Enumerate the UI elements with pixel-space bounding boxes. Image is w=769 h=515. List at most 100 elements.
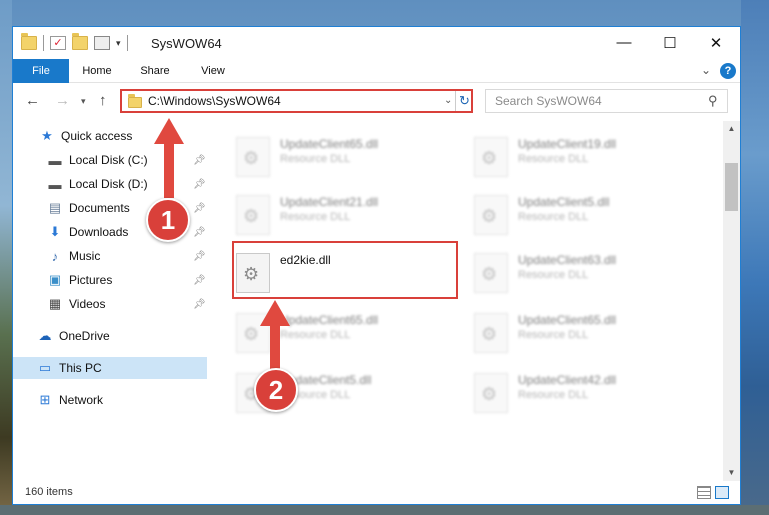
cloud-icon: ☁ [38, 328, 52, 343]
pin-icon: 📌︎ [193, 226, 206, 238]
nav-item-pictures[interactable]: ▣ Pictures 📌︎ [47, 269, 207, 291]
file-name: UpdateClient65.dll [280, 313, 379, 327]
dll-file-icon [474, 195, 508, 235]
annotation-arrowhead-1 [154, 118, 184, 144]
up-arrow-icon[interactable]: ↑ [99, 92, 107, 109]
nav-item-label: Local Disk (D:) [69, 177, 148, 191]
nav-item-label: Network [59, 393, 104, 407]
item-count: 160 items [25, 486, 73, 498]
search-input[interactable]: Search SysWOW64 ⚲ [485, 89, 728, 113]
address-dropdown-icon[interactable]: ⌄ [444, 95, 452, 106]
search-placeholder: Search SysWOW64 [495, 94, 602, 108]
file-name: UpdateClient63.dll [518, 253, 617, 267]
file-name: UpdateClient19.dll [518, 137, 617, 151]
nav-item-label: This PC [59, 361, 102, 375]
step-badge-1: 1 [146, 198, 190, 242]
nav-item-label: Local Disk (C:) [69, 153, 148, 167]
address-path[interactable]: C:\Windows\SysWOW64 [148, 94, 281, 108]
computer-icon: ▭ [38, 360, 52, 375]
file-type: Resource DLL [280, 211, 351, 223]
nav-item-label: Quick access [61, 129, 133, 143]
dll-file-icon [474, 253, 508, 293]
file-explorer-window: ✓ ▾ SysWOW64 — ☐ ✕ File Home Share View … [12, 26, 741, 505]
nav-item-videos[interactable]: ▦ Videos 📌︎ [47, 293, 207, 315]
file-item[interactable]: UpdateClient65.dll Resource DLL [232, 131, 462, 185]
pictures-icon: ▣ [48, 272, 62, 287]
file-type: Resource DLL [518, 389, 589, 401]
nav-item-label: Downloads [69, 225, 129, 239]
refresh-icon[interactable]: ↻ [455, 91, 473, 111]
annotation-arrowhead-2 [260, 300, 290, 326]
file-type: Resource DLL [280, 329, 351, 341]
toolbar-separator [126, 35, 128, 51]
file-item[interactable]: UpdateClient5.dll Resource DLL [470, 189, 700, 243]
file-type: Resource DLL [518, 153, 589, 165]
help-icon[interactable]: ? [720, 63, 736, 79]
search-icon[interactable]: ⚲ [708, 93, 718, 109]
scroll-down-icon[interactable]: ▼ [723, 465, 740, 481]
address-bar[interactable]: C:\Windows\SysWOW64 ⌄ ↻ [120, 89, 473, 113]
file-type: Resource DLL [280, 153, 351, 165]
file-item[interactable]: UpdateClient42.dll Resource DLL [470, 367, 700, 421]
nav-item-quick-access[interactable]: ★ Quick access [39, 125, 132, 147]
dll-file-icon [236, 195, 270, 235]
file-type: Resource DLL [518, 269, 589, 281]
back-arrow-icon[interactable]: ← [25, 92, 40, 109]
nav-item-network[interactable]: ⊞ Network [37, 389, 103, 411]
nav-item-music[interactable]: ♪ Music 📌︎ [47, 245, 207, 267]
folder-icon [128, 94, 142, 108]
file-type: Resource DLL [518, 211, 589, 223]
file-item[interactable]: UpdateClient63.dll Resource DLL [470, 247, 700, 301]
large-icons-view-icon[interactable] [715, 486, 729, 499]
step-badge-2: 2 [254, 368, 298, 412]
folder-icon[interactable] [21, 33, 37, 50]
tab-share[interactable]: Share [135, 59, 175, 83]
customize-toolbar-dropdown-icon[interactable]: ▾ [116, 38, 121, 49]
tab-file[interactable]: File [13, 59, 69, 83]
new-folder-icon[interactable] [72, 33, 88, 50]
file-name: UpdateClient42.dll [518, 373, 617, 387]
nav-item-local-disk-c[interactable]: ▬ Local Disk (C:) 📌︎ [47, 149, 207, 171]
ribbon-tabs: File Home Share View ⌄ ? [13, 59, 740, 83]
minimize-button[interactable]: — [601, 27, 647, 58]
download-icon: ⬇ [49, 224, 61, 239]
nav-item-label: Pictures [69, 273, 113, 287]
drive-icon: ▬ [48, 176, 62, 192]
file-name: UpdateClient65.dll [280, 137, 379, 151]
tab-view[interactable]: View [191, 59, 235, 83]
close-button[interactable]: ✕ [693, 27, 739, 58]
dll-file-icon [474, 373, 508, 413]
nav-item-label: Videos [69, 297, 106, 311]
pin-icon: 📌︎ [193, 298, 206, 310]
scroll-up-icon[interactable]: ▲ [723, 121, 740, 137]
nav-item-this-pc[interactable]: ▭ This PC [13, 357, 207, 379]
highlight-box-file [232, 241, 458, 299]
file-item[interactable]: UpdateClient21.dll Resource DLL [232, 189, 462, 243]
file-name: UpdateClient21.dll [280, 195, 379, 209]
forward-arrow-icon[interactable]: → [55, 92, 70, 109]
desktop-background-left [0, 0, 12, 515]
pin-icon: 📌︎ [193, 250, 206, 262]
file-item[interactable]: UpdateClient19.dll Resource DLL [470, 131, 700, 185]
scrollbar-thumb[interactable] [725, 163, 738, 211]
file-type: Resource DLL [518, 329, 589, 341]
address-row: ← → ▾ ↑ C:\Windows\SysWOW64 ⌄ ↻ Search S… [13, 84, 740, 120]
tab-home[interactable]: Home [75, 59, 119, 83]
navigation-pane: ★ Quick access ▬ Local Disk (C:) 📌︎ ▬ Lo… [13, 121, 209, 481]
vertical-scrollbar[interactable]: ▲ ▼ [723, 121, 740, 481]
dll-file-icon [474, 313, 508, 353]
nav-item-local-disk-d[interactable]: ▬ Local Disk (D:) 📌︎ [47, 173, 207, 195]
file-name: UpdateClient65.dll [518, 313, 617, 327]
expand-ribbon-chevron-icon[interactable]: ⌄ [701, 63, 711, 77]
nav-item-onedrive[interactable]: ☁ OneDrive [37, 325, 110, 347]
recent-locations-dropdown-icon[interactable]: ▾ [81, 96, 86, 107]
details-view-icon[interactable] [697, 486, 711, 499]
file-item[interactable]: UpdateClient65.dll Resource DLL [470, 307, 700, 361]
properties-icon[interactable] [94, 36, 110, 50]
pin-icon: 📌︎ [193, 178, 206, 190]
pin-icon: 📌︎ [193, 154, 206, 166]
maximize-button[interactable]: ☐ [647, 27, 693, 58]
nav-item-label: Music [69, 249, 101, 263]
checklist-icon[interactable]: ✓ [50, 36, 66, 50]
annotation-arrow-1 [164, 142, 174, 198]
